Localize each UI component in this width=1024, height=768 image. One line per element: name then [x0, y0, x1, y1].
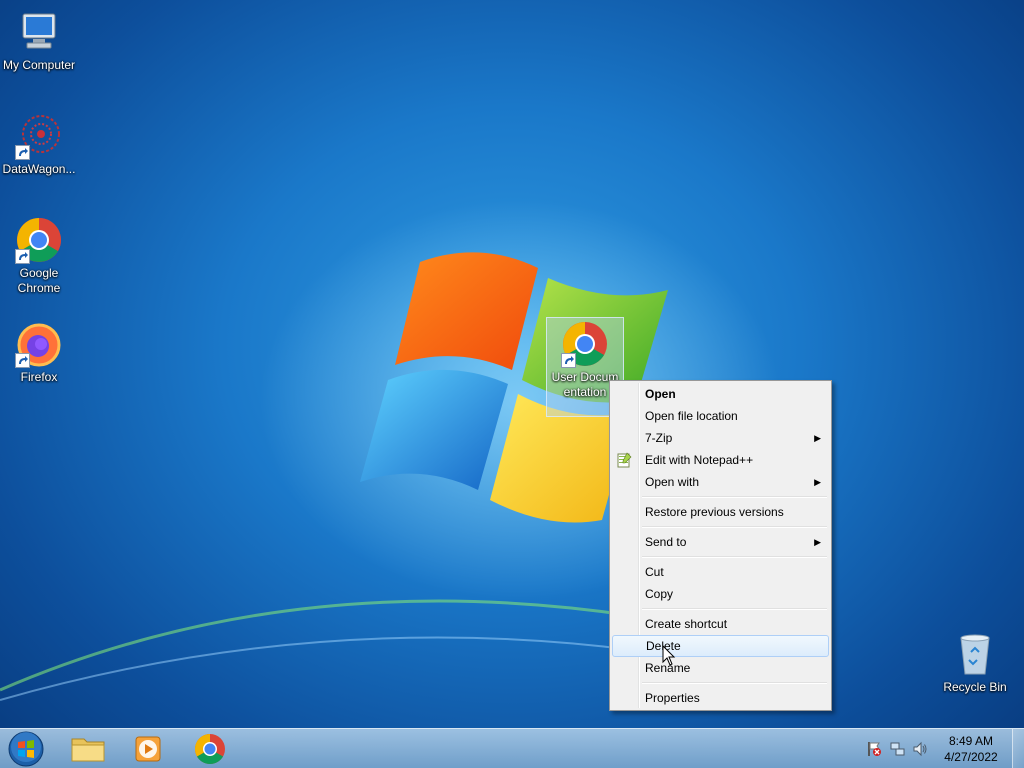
menu-item-copy[interactable]: Copy: [612, 583, 829, 605]
menu-separator: [642, 605, 829, 613]
computer-icon: [15, 8, 63, 56]
menu-item-label: Send to: [645, 535, 687, 549]
show-desktop-button[interactable]: [1012, 729, 1024, 768]
desktop-icon-google-chrome[interactable]: Google Chrome: [0, 216, 79, 296]
mouse-cursor-icon: [662, 645, 676, 666]
firefox-icon: [15, 320, 63, 368]
desktop-icon-label: DataWagon...: [2, 162, 76, 176]
clock-time: 8:49 AM: [948, 734, 994, 748]
desktop-icon-firefox[interactable]: Firefox: [0, 320, 79, 385]
chrome-icon: [561, 320, 609, 368]
menu-item-label: Restore previous versions: [645, 505, 784, 519]
menu-item-open-file-location[interactable]: Open file location: [612, 405, 829, 427]
menu-separator: [642, 679, 829, 687]
desktop-icon-label: My Computer: [2, 58, 76, 72]
desktop-icon-my-computer[interactable]: My Computer: [0, 8, 79, 73]
taskbar-media-player-button[interactable]: [120, 731, 176, 767]
chrome-icon: [194, 734, 225, 765]
shortcut-arrow-icon: [561, 353, 576, 368]
desktop-icon-datawagon[interactable]: DataWagon...: [0, 112, 79, 177]
shortcut-arrow-icon: [15, 353, 30, 368]
chrome-icon: [15, 216, 63, 264]
menu-item-label: Open with: [645, 475, 700, 489]
menu-item-label: 7-Zip: [645, 431, 673, 445]
menu-item-open[interactable]: Open: [612, 383, 829, 405]
datawagon-icon: [15, 112, 63, 160]
menu-item-label: Properties: [645, 691, 700, 705]
clock-date: 4/27/2022: [944, 750, 998, 764]
submenu-arrow-icon: ▶: [814, 433, 821, 443]
menu-item-properties[interactable]: Properties: [612, 687, 829, 709]
recycle-bin-icon: [951, 630, 999, 678]
menu-item-restore-previous-versions[interactable]: Restore previous versions: [612, 501, 829, 523]
menu-item-label: Edit with Notepad++: [645, 453, 754, 467]
menu-separator: [642, 553, 829, 561]
shortcut-arrow-icon: [15, 249, 30, 264]
desktop-icon-label: Google Chrome: [17, 266, 61, 295]
folder-icon: [71, 738, 105, 762]
volume-icon[interactable]: [912, 741, 928, 757]
menu-item-rename[interactable]: Rename: [612, 657, 829, 679]
notepad-plus-plus-icon: [616, 452, 632, 468]
desktop-icon-recycle-bin[interactable]: Recycle Bin: [935, 630, 1015, 695]
system-clock[interactable]: 8:49 AM 4/27/2022: [936, 733, 1006, 765]
desktop-icon-label: Firefox: [20, 370, 58, 384]
menu-item-label: Open: [645, 387, 676, 401]
taskbar-explorer-button[interactable]: [60, 731, 116, 767]
menu-item-edit-with-notepad-plus-plus[interactable]: Edit with Notepad++: [612, 449, 829, 471]
menu-separator: [642, 523, 829, 531]
network-icon[interactable]: [890, 741, 906, 757]
desktop-wallpaper: [0, 200, 780, 701]
menu-item-open-with[interactable]: Open with ▶: [612, 471, 829, 493]
submenu-arrow-icon: ▶: [814, 537, 821, 547]
menu-item-7-zip[interactable]: 7-Zip ▶: [612, 427, 829, 449]
start-button[interactable]: [6, 730, 46, 768]
taskbar: 8:49 AM 4/27/2022: [0, 728, 1024, 768]
menu-item-label: Create shortcut: [645, 617, 728, 631]
submenu-arrow-icon: ▶: [814, 477, 821, 487]
menu-item-delete[interactable]: Delete: [612, 635, 829, 657]
system-tray: 8:49 AM 4/27/2022: [854, 729, 1024, 768]
media-player-icon: [135, 736, 161, 762]
menu-item-label: Open file location: [645, 409, 738, 423]
shortcut-arrow-icon: [15, 145, 30, 160]
action-center-flag-icon[interactable]: [866, 741, 882, 757]
menu-item-label: Copy: [645, 587, 674, 601]
context-menu: Open Open file location 7-Zip ▶ Edit wit…: [609, 380, 832, 711]
menu-item-label: Cut: [645, 565, 664, 579]
menu-item-cut[interactable]: Cut: [612, 561, 829, 583]
desktop-icon-label: Recycle Bin: [943, 680, 1007, 694]
taskbar-chrome-button[interactable]: [182, 731, 238, 767]
menu-separator: [642, 493, 829, 501]
menu-item-create-shortcut[interactable]: Create shortcut: [612, 613, 829, 635]
menu-item-send-to[interactable]: Send to ▶: [612, 531, 829, 553]
